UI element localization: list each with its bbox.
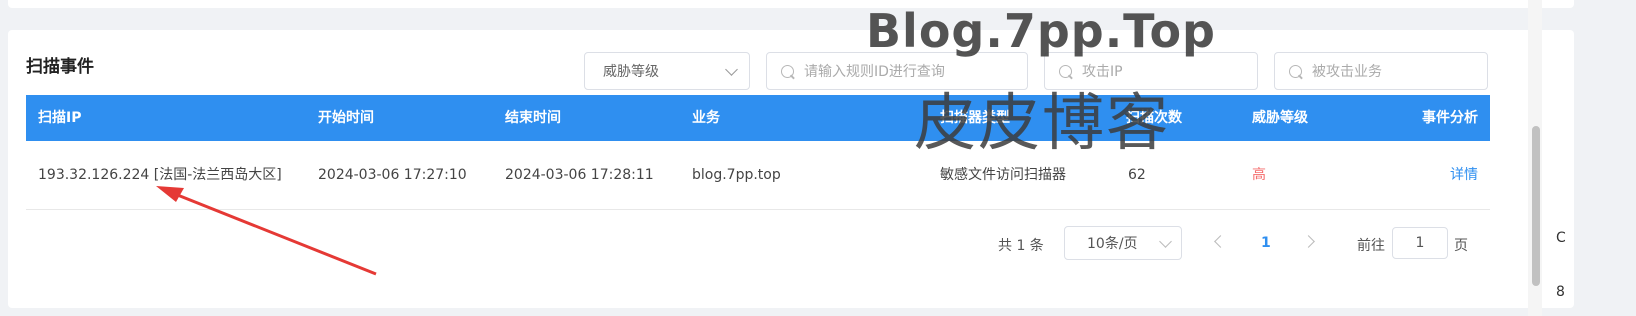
threat-level-select[interactable]: 威胁等级 [584,52,750,90]
table-header: 扫描IP 开始时间 结束时间 业务 扫描器类型 扫描次数 威胁等级 事件分析 [26,95,1490,141]
goto-label: 前往 [1357,238,1385,254]
column-header-end-time: 结束时间 [505,110,561,126]
watermark-english: Blog.7pp.Top [866,4,1216,58]
threat-level-select-value: 威胁等级 [603,64,659,80]
column-header-business: 业务 [692,110,720,126]
page-size-value: 10条/页 [1087,236,1138,252]
pagination-total: 共 1 条 [998,238,1044,254]
top-card [8,0,1574,8]
column-header-event-analysis: 事件分析 [1422,110,1478,126]
search-icon [1289,64,1302,78]
edge-glyph-bottom: 8 [1556,284,1565,300]
goto-page-input[interactable]: 1 [1392,227,1448,259]
page-size-select[interactable]: 10条/页 [1064,226,1182,260]
cell-business: blog.7pp.top [692,167,781,183]
watermark-chinese: 皮皮博客 [914,86,1171,159]
chevron-down-icon [725,63,738,76]
target-business-search-input[interactable]: 被攻击业务 [1274,52,1488,90]
column-header-threat-level: 威胁等级 [1252,110,1308,126]
page-unit-label: 页 [1454,238,1468,254]
chevron-down-icon [1159,235,1172,248]
current-page[interactable]: 1 [1261,235,1271,251]
column-header-scan-ip: 扫描IP [38,110,82,126]
table-row: 193.32.126.224 [法国-法兰西岛大区] 2024-03-06 17… [26,141,1490,210]
detail-link[interactable]: 详情 [1450,141,1478,209]
cell-threat-level: 高 [1252,167,1266,183]
section-title: 扫描事件 [26,57,94,77]
cell-end-time: 2024-03-06 17:28:11 [505,167,654,183]
column-header-start-time: 开始时间 [318,110,374,126]
target-business-placeholder: 被攻击业务 [1312,64,1382,80]
edge-glyph-top: C [1556,230,1566,246]
cell-scan-ip: 193.32.126.224 [法国-法兰西岛大区] [38,167,282,183]
cell-start-time: 2024-03-06 17:27:10 [318,167,467,183]
scrollbar-thumb[interactable] [1532,126,1540,286]
search-icon [781,64,794,78]
